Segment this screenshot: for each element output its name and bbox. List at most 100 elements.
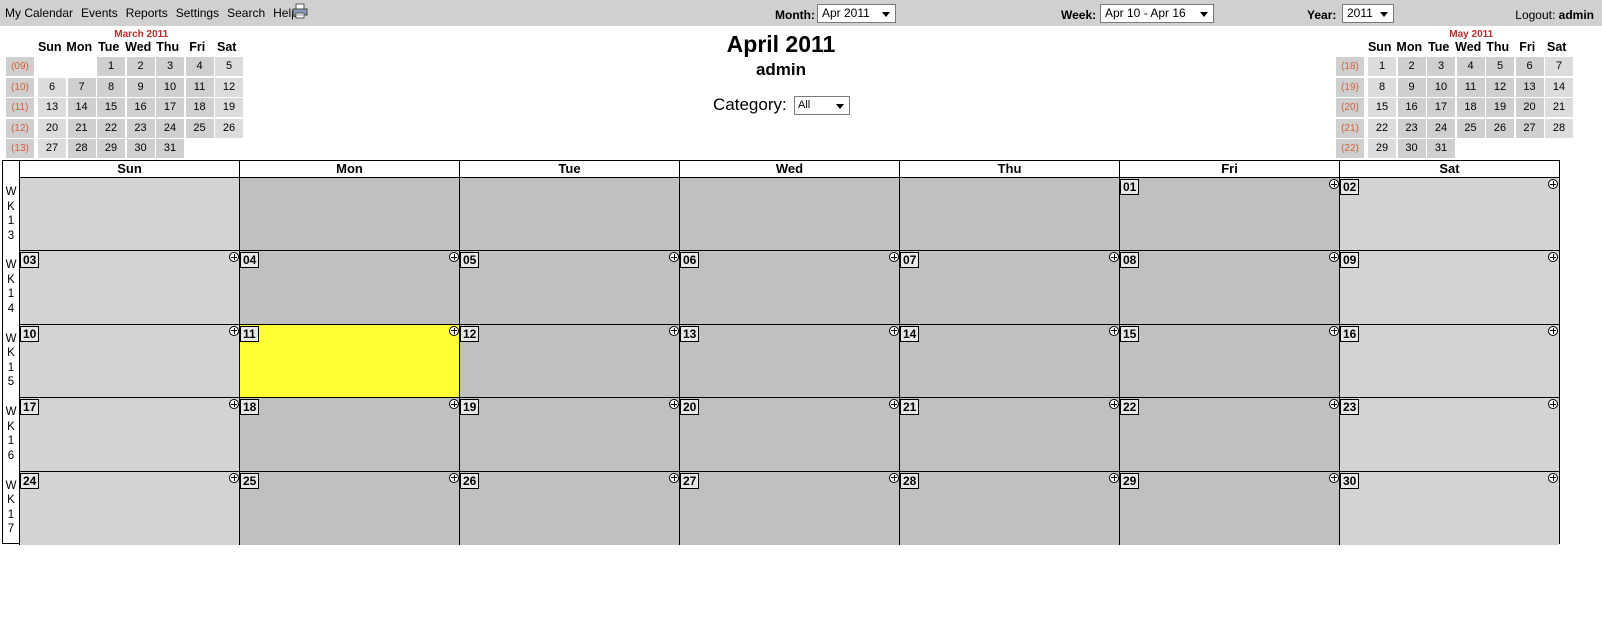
day-cell[interactable]: 10	[19, 323, 240, 399]
menu-search[interactable]: Search	[227, 6, 265, 20]
day-cell[interactable]: 22	[1119, 397, 1340, 472]
add-event-icon[interactable]	[1548, 325, 1558, 336]
add-event-icon[interactable]	[1329, 179, 1339, 189]
day-cell[interactable]: 09	[1339, 250, 1559, 325]
mini-day-cell[interactable]: 17	[1427, 98, 1455, 117]
mini-day-cell[interactable]: 14	[67, 98, 96, 117]
menu-reports[interactable]: Reports	[126, 6, 168, 20]
mini-day-cell[interactable]: 27	[38, 139, 66, 158]
mini-day-cell[interactable]: 21	[1545, 98, 1573, 117]
day-number[interactable]: 05	[460, 252, 480, 269]
month-select[interactable]: Apr 2011	[817, 4, 896, 23]
mini-day-cell[interactable]: 12	[215, 77, 243, 97]
mini-day-cell[interactable]: 7	[67, 77, 96, 97]
menu-settings[interactable]: Settings	[176, 6, 219, 20]
mini-week-number[interactable]: (12)	[6, 118, 34, 138]
mini-day-cell[interactable]: 17	[156, 98, 184, 117]
add-event-icon[interactable]	[669, 325, 679, 336]
day-number[interactable]: 07	[900, 252, 920, 269]
add-event-icon[interactable]	[669, 399, 679, 410]
add-event-icon[interactable]	[889, 325, 899, 336]
day-number[interactable]: 03	[20, 252, 40, 269]
day-number[interactable]: 09	[1340, 252, 1360, 269]
day-number[interactable]: 02	[1340, 179, 1360, 195]
mini-day-cell[interactable]: 13	[38, 98, 66, 117]
day-cell[interactable]: 23	[1339, 397, 1559, 472]
add-event-icon[interactable]	[449, 472, 459, 483]
day-cell[interactable]: 19	[459, 397, 680, 472]
logout-link[interactable]: Logout: admin	[1515, 8, 1594, 22]
day-cell[interactable]: 02	[1339, 177, 1559, 252]
mini-day-cell[interactable]: 14	[1545, 77, 1573, 97]
mini-day-cell[interactable]: 6	[38, 77, 66, 97]
mini-week-number[interactable]: (22)	[1336, 139, 1364, 158]
mini-day-cell[interactable]: 25	[185, 118, 214, 138]
add-event-icon[interactable]	[229, 472, 239, 483]
day-number[interactable]: 16	[1340, 325, 1360, 342]
mini-day-cell[interactable]: 11	[185, 77, 214, 97]
day-number[interactable]: 12	[460, 325, 480, 342]
mini-day-cell[interactable]: 30	[1397, 139, 1426, 158]
mini-day-cell[interactable]: 25	[1456, 118, 1485, 138]
add-event-icon[interactable]	[1548, 399, 1558, 410]
menu-events[interactable]: Events	[81, 6, 118, 20]
mini-day-cell[interactable]: 31	[156, 139, 184, 158]
mini-day-cell[interactable]: 22	[97, 118, 125, 138]
mini-day-cell[interactable]: 29	[1368, 139, 1396, 158]
day-cell[interactable]: 11	[239, 323, 460, 399]
day-cell[interactable]: 27	[679, 470, 900, 545]
mini-day-cell[interactable]: 22	[1368, 118, 1396, 138]
day-cell[interactable]: 17	[19, 397, 240, 472]
add-event-icon[interactable]	[889, 399, 899, 410]
day-number[interactable]: 26	[460, 472, 480, 489]
printer-icon[interactable]	[292, 3, 308, 19]
add-event-icon[interactable]	[1329, 325, 1339, 336]
add-event-icon[interactable]	[1548, 472, 1558, 483]
day-number[interactable]: 08	[1120, 252, 1140, 269]
day-number[interactable]: 06	[680, 252, 700, 269]
mini-day-cell[interactable]: 20	[1515, 98, 1544, 117]
day-number[interactable]: 01	[1120, 179, 1140, 195]
mini-week-number[interactable]: (19)	[1336, 77, 1364, 97]
day-number[interactable]: 14	[900, 325, 920, 342]
day-number[interactable]: 15	[1120, 325, 1140, 342]
add-event-icon[interactable]	[889, 472, 899, 483]
mini-day-cell[interactable]: 18	[1456, 98, 1485, 117]
mini-day-cell[interactable]: 10	[1427, 77, 1455, 97]
add-event-icon[interactable]	[1109, 472, 1119, 483]
day-cell[interactable]: 06	[679, 250, 900, 325]
mini-day-cell[interactable]: 8	[1368, 77, 1396, 97]
day-cell[interactable]	[899, 177, 1120, 252]
day-number[interactable]: 22	[1120, 399, 1140, 416]
day-number[interactable]: 18	[240, 399, 260, 416]
day-cell[interactable]: 15	[1119, 323, 1340, 399]
mini-day-cell[interactable]: 29	[97, 139, 125, 158]
add-event-icon[interactable]	[229, 252, 239, 263]
mini-week-number[interactable]: (13)	[6, 139, 34, 158]
mini-day-cell[interactable]: 19	[1486, 98, 1514, 117]
mini-day-cell[interactable]: 19	[215, 98, 243, 117]
mini-day-cell[interactable]: 26	[215, 118, 243, 138]
day-cell[interactable]	[679, 177, 900, 252]
mini-day-cell[interactable]: 11	[1456, 77, 1485, 97]
day-cell[interactable]: 26	[459, 470, 680, 545]
mini-day-cell[interactable]: 18	[185, 98, 214, 117]
mini-day-cell[interactable]: 30	[126, 139, 155, 158]
day-cell[interactable]: 05	[459, 250, 680, 325]
day-number[interactable]: 20	[680, 399, 700, 416]
day-cell[interactable]: 03	[19, 250, 240, 325]
mini-day-cell[interactable]: 13	[1515, 77, 1544, 97]
category-select[interactable]: All	[794, 96, 850, 115]
add-event-icon[interactable]	[1329, 399, 1339, 410]
mini-day-cell[interactable]: 28	[67, 139, 96, 158]
mini-day-cell[interactable]: 8	[97, 77, 125, 97]
mini-day-cell[interactable]: 20	[38, 118, 66, 138]
add-event-icon[interactable]	[1109, 252, 1119, 263]
add-event-icon[interactable]	[1329, 472, 1339, 483]
week-label[interactable]: WK 14	[3, 250, 19, 323]
day-number[interactable]: 28	[900, 472, 920, 489]
day-cell[interactable]	[239, 177, 460, 252]
mini-day-cell[interactable]: 23	[1397, 118, 1426, 138]
day-cell[interactable]: 28	[899, 470, 1120, 545]
add-event-icon[interactable]	[1548, 252, 1558, 263]
